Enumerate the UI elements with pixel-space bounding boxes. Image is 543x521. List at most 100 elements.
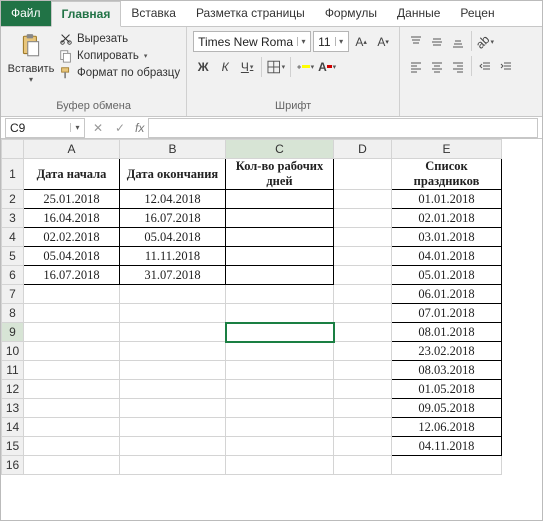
cell-A14[interactable] — [24, 418, 120, 437]
cell-A11[interactable] — [24, 361, 120, 380]
cell-E14[interactable]: 12.06.2018 — [392, 418, 502, 437]
increase-indent-button[interactable] — [496, 56, 516, 77]
cell-C16[interactable] — [226, 456, 334, 475]
grow-font-button[interactable]: A▴ — [351, 31, 371, 52]
cell-A13[interactable] — [24, 399, 120, 418]
cell-B1[interactable]: Дата окончания — [120, 159, 226, 190]
cell-D10[interactable] — [334, 342, 392, 361]
cell-E8[interactable]: 07.01.2018 — [392, 304, 502, 323]
row-header-16[interactable]: 16 — [2, 456, 24, 475]
cell-C6[interactable] — [226, 266, 334, 285]
cell-E2[interactable]: 01.01.2018 — [392, 190, 502, 209]
align-left-button[interactable] — [406, 56, 426, 77]
tab-insert[interactable]: Вставка — [121, 1, 186, 26]
cell-C5[interactable] — [226, 247, 334, 266]
cell-A6[interactable]: 16.07.2018 — [24, 266, 120, 285]
align-middle-button[interactable] — [427, 31, 447, 52]
cell-C14[interactable] — [226, 418, 334, 437]
row-header-15[interactable]: 15 — [2, 437, 24, 456]
cell-D3[interactable] — [334, 209, 392, 228]
cell-A1[interactable]: Дата начала — [24, 159, 120, 190]
col-header-E[interactable]: E — [392, 140, 502, 159]
cell-A9[interactable] — [24, 323, 120, 342]
cut-button[interactable]: Вырезать — [59, 32, 180, 46]
cell-E1[interactable]: Список праздников — [392, 159, 502, 190]
row-header-5[interactable]: 5 — [2, 247, 24, 266]
cell-E9[interactable]: 08.01.2018 — [392, 323, 502, 342]
format-painter-button[interactable]: Формат по образцу — [59, 66, 180, 80]
cell-C13[interactable] — [226, 399, 334, 418]
cell-E12[interactable]: 01.05.2018 — [392, 380, 502, 399]
tab-review[interactable]: Рецен — [450, 1, 504, 26]
cell-C15[interactable] — [226, 437, 334, 456]
enter-formula-button[interactable]: ✓ — [109, 121, 131, 135]
row-header-1[interactable]: 1 — [2, 159, 24, 190]
cell-B3[interactable]: 16.07.2018 — [120, 209, 226, 228]
underline-button[interactable]: Ч▾ — [237, 56, 257, 77]
cell-D16[interactable] — [334, 456, 392, 475]
cell-C8[interactable] — [226, 304, 334, 323]
col-header-D[interactable]: D — [334, 140, 392, 159]
cell-B9[interactable] — [120, 323, 226, 342]
tab-home[interactable]: Главная — [51, 1, 122, 27]
cell-E7[interactable]: 06.01.2018 — [392, 285, 502, 304]
cell-E10[interactable]: 23.02.2018 — [392, 342, 502, 361]
cell-E6[interactable]: 05.01.2018 — [392, 266, 502, 285]
cell-B12[interactable] — [120, 380, 226, 399]
bold-button[interactable]: Ж — [193, 56, 213, 77]
cancel-formula-button[interactable]: ✕ — [87, 121, 109, 135]
cell-D2[interactable] — [334, 190, 392, 209]
cell-C2[interactable] — [226, 190, 334, 209]
row-header-2[interactable]: 2 — [2, 190, 24, 209]
font-name-combo[interactable]: Times New Roma ▾ — [193, 31, 311, 52]
cell-C4[interactable] — [226, 228, 334, 247]
cell-C7[interactable] — [226, 285, 334, 304]
shrink-font-button[interactable]: A▾ — [373, 31, 393, 52]
cell-A2[interactable]: 25.01.2018 — [24, 190, 120, 209]
cell-B13[interactable] — [120, 399, 226, 418]
col-header-A[interactable]: A — [24, 140, 120, 159]
row-header-3[interactable]: 3 — [2, 209, 24, 228]
cell-B8[interactable] — [120, 304, 226, 323]
worksheet[interactable]: ABCDE 1Дата началаДата окончанияКол-во ра… — [1, 139, 542, 475]
cell-E15[interactable]: 04.11.2018 — [392, 437, 502, 456]
col-header-C[interactable]: C — [226, 140, 334, 159]
row-header-14[interactable]: 14 — [2, 418, 24, 437]
cell-C11[interactable] — [226, 361, 334, 380]
font-size-combo[interactable]: 11 ▾ — [313, 31, 349, 52]
row-header-9[interactable]: 9 — [2, 323, 24, 342]
chevron-down-icon[interactable]: ▾ — [335, 37, 347, 46]
align-bottom-button[interactable] — [448, 31, 468, 52]
cell-E4[interactable]: 03.01.2018 — [392, 228, 502, 247]
fill-color-button[interactable]: ▾ — [295, 56, 315, 77]
cell-C9[interactable] — [226, 323, 334, 342]
cell-B11[interactable] — [120, 361, 226, 380]
align-top-button[interactable] — [406, 31, 426, 52]
cell-A5[interactable]: 05.04.2018 — [24, 247, 120, 266]
chevron-down-icon[interactable]: ▾ — [297, 37, 309, 46]
cell-C10[interactable] — [226, 342, 334, 361]
col-header-B[interactable]: B — [120, 140, 226, 159]
cell-D11[interactable] — [334, 361, 392, 380]
italic-button[interactable]: К — [215, 56, 235, 77]
orientation-button[interactable]: ab▾ — [475, 31, 495, 52]
cell-A12[interactable] — [24, 380, 120, 399]
align-right-button[interactable] — [448, 56, 468, 77]
cell-B5[interactable]: 11.11.2018 — [120, 247, 226, 266]
cell-D5[interactable] — [334, 247, 392, 266]
cell-D14[interactable] — [334, 418, 392, 437]
cell-A7[interactable] — [24, 285, 120, 304]
cell-C3[interactable] — [226, 209, 334, 228]
cell-B4[interactable]: 05.04.2018 — [120, 228, 226, 247]
cell-E5[interactable]: 04.01.2018 — [392, 247, 502, 266]
cell-A4[interactable]: 02.02.2018 — [24, 228, 120, 247]
row-header-13[interactable]: 13 — [2, 399, 24, 418]
cell-D13[interactable] — [334, 399, 392, 418]
font-color-button[interactable]: A ▾ — [317, 56, 337, 77]
cell-C1[interactable]: Кол-во рабочих дней — [226, 159, 334, 190]
row-header-8[interactable]: 8 — [2, 304, 24, 323]
cell-D7[interactable] — [334, 285, 392, 304]
cell-D6[interactable] — [334, 266, 392, 285]
cell-E13[interactable]: 09.05.2018 — [392, 399, 502, 418]
cell-C12[interactable] — [226, 380, 334, 399]
